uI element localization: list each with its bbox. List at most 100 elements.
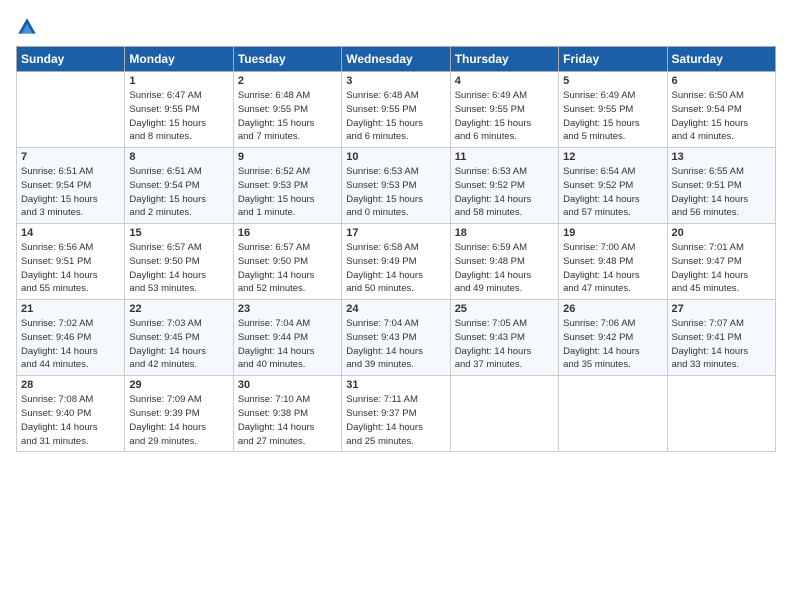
calendar-cell: 5 Sunrise: 6:49 AM Sunset: 9:55 PM Daylig… — [559, 72, 667, 148]
day-info: Sunrise: 6:57 AM Sunset: 9:50 PM Dayligh… — [129, 241, 228, 296]
day-number: 16 — [238, 227, 337, 239]
day-number: 12 — [563, 151, 662, 163]
day-info: Sunrise: 6:51 AM Sunset: 9:54 PM Dayligh… — [21, 165, 120, 220]
day-number: 13 — [672, 151, 771, 163]
day-info: Sunrise: 7:06 AM Sunset: 9:42 PM Dayligh… — [563, 317, 662, 372]
week-row-1: 1 Sunrise: 6:47 AM Sunset: 9:55 PM Daylig… — [17, 72, 776, 148]
day-info: Sunrise: 7:04 AM Sunset: 9:44 PM Dayligh… — [238, 317, 337, 372]
day-info: Sunrise: 7:11 AM Sunset: 9:37 PM Dayligh… — [346, 393, 445, 448]
day-number: 20 — [672, 227, 771, 239]
logo-icon — [16, 16, 38, 38]
calendar-cell: 9 Sunrise: 6:52 AM Sunset: 9:53 PM Daylig… — [233, 148, 341, 224]
calendar-cell: 30Sunrise: 7:10 AM Sunset: 9:38 PM Dayli… — [233, 376, 341, 452]
week-row-5: 28 Sunrise: 7:08 AM Sunset: 9:40 PM Dayli… — [17, 376, 776, 452]
day-info: Sunrise: 6:50 AM Sunset: 9:54 PM Dayligh… — [672, 89, 771, 144]
day-number: 1 — [129, 75, 228, 87]
calendar-cell: 17 Sunrise: 6:58 AM Sunset: 9:49 PM Dayli… — [342, 224, 450, 300]
day-info: Sunrise: 6:53 AM Sunset: 9:53 PM Dayligh… — [346, 165, 445, 220]
calendar-cell: 26 Sunrise: 7:06 AM Sunset: 9:42 PM Dayli… — [559, 300, 667, 376]
day-number: 23 — [238, 303, 337, 315]
calendar-cell — [667, 376, 775, 452]
day-info: Sunrise: 6:51 AM Sunset: 9:54 PM Dayligh… — [129, 165, 228, 220]
logo — [16, 16, 42, 38]
calendar-cell: 11Sunrise: 6:53 AM Sunset: 9:52 PM Dayli… — [450, 148, 558, 224]
calendar-cell: 31 Sunrise: 7:11 AM Sunset: 9:37 PM Dayli… — [342, 376, 450, 452]
calendar-cell — [559, 376, 667, 452]
day-info: Sunrise: 6:55 AM Sunset: 9:51 PM Dayligh… — [672, 165, 771, 220]
calendar-cell: 27 Sunrise: 7:07 AM Sunset: 9:41 PM Dayli… — [667, 300, 775, 376]
calendar-cell: 8 Sunrise: 6:51 AM Sunset: 9:54 PM Daylig… — [125, 148, 233, 224]
day-info: Sunrise: 7:03 AM Sunset: 9:45 PM Dayligh… — [129, 317, 228, 372]
day-info: Sunrise: 7:07 AM Sunset: 9:41 PM Dayligh… — [672, 317, 771, 372]
calendar-cell: 19 Sunrise: 7:00 AM Sunset: 9:48 PM Dayli… — [559, 224, 667, 300]
calendar-cell: 22 Sunrise: 7:03 AM Sunset: 9:45 PM Dayli… — [125, 300, 233, 376]
day-number: 17 — [346, 227, 445, 239]
weekday-thursday: Thursday — [450, 47, 558, 72]
calendar-cell — [17, 72, 125, 148]
day-number: 18 — [455, 227, 554, 239]
weekday-header-row: SundayMondayTuesdayWednesdayThursdayFrid… — [17, 47, 776, 72]
day-number: 3 — [346, 75, 445, 87]
day-info: Sunrise: 7:04 AM Sunset: 9:43 PM Dayligh… — [346, 317, 445, 372]
week-row-3: 14 Sunrise: 6:56 AM Sunset: 9:51 PM Dayli… — [17, 224, 776, 300]
day-info: Sunrise: 6:52 AM Sunset: 9:53 PM Dayligh… — [238, 165, 337, 220]
calendar-cell: 1 Sunrise: 6:47 AM Sunset: 9:55 PM Daylig… — [125, 72, 233, 148]
calendar-cell — [450, 376, 558, 452]
day-info: Sunrise: 6:49 AM Sunset: 9:55 PM Dayligh… — [455, 89, 554, 144]
calendar-cell: 2Sunrise: 6:48 AM Sunset: 9:55 PM Daylig… — [233, 72, 341, 148]
day-number: 27 — [672, 303, 771, 315]
day-number: 31 — [346, 379, 445, 391]
day-info: Sunrise: 7:05 AM Sunset: 9:43 PM Dayligh… — [455, 317, 554, 372]
calendar-cell: 10 Sunrise: 6:53 AM Sunset: 9:53 PM Dayli… — [342, 148, 450, 224]
calendar-cell: 14 Sunrise: 6:56 AM Sunset: 9:51 PM Dayli… — [17, 224, 125, 300]
calendar-cell: 3 Sunrise: 6:48 AM Sunset: 9:55 PM Daylig… — [342, 72, 450, 148]
day-info: Sunrise: 7:08 AM Sunset: 9:40 PM Dayligh… — [21, 393, 120, 448]
calendar-cell: 7 Sunrise: 6:51 AM Sunset: 9:54 PM Daylig… — [17, 148, 125, 224]
weekday-monday: Monday — [125, 47, 233, 72]
calendar-cell: 21Sunrise: 7:02 AM Sunset: 9:46 PM Dayli… — [17, 300, 125, 376]
calendar-cell: 18 Sunrise: 6:59 AM Sunset: 9:48 PM Dayli… — [450, 224, 558, 300]
calendar-cell: 15 Sunrise: 6:57 AM Sunset: 9:50 PM Dayli… — [125, 224, 233, 300]
calendar-cell: 25 Sunrise: 7:05 AM Sunset: 9:43 PM Dayli… — [450, 300, 558, 376]
day-info: Sunrise: 6:54 AM Sunset: 9:52 PM Dayligh… — [563, 165, 662, 220]
day-number: 22 — [129, 303, 228, 315]
day-number: 15 — [129, 227, 228, 239]
calendar-cell: 28 Sunrise: 7:08 AM Sunset: 9:40 PM Dayli… — [17, 376, 125, 452]
day-info: Sunrise: 6:48 AM Sunset: 9:55 PM Dayligh… — [346, 89, 445, 144]
week-row-2: 7 Sunrise: 6:51 AM Sunset: 9:54 PM Daylig… — [17, 148, 776, 224]
day-info: Sunrise: 7:00 AM Sunset: 9:48 PM Dayligh… — [563, 241, 662, 296]
day-info: Sunrise: 7:09 AM Sunset: 9:39 PM Dayligh… — [129, 393, 228, 448]
weekday-wednesday: Wednesday — [342, 47, 450, 72]
day-number: 8 — [129, 151, 228, 163]
weekday-tuesday: Tuesday — [233, 47, 341, 72]
day-info: Sunrise: 6:47 AM Sunset: 9:55 PM Dayligh… — [129, 89, 228, 144]
day-number: 14 — [21, 227, 120, 239]
day-info: Sunrise: 6:58 AM Sunset: 9:49 PM Dayligh… — [346, 241, 445, 296]
day-number: 4 — [455, 75, 554, 87]
weekday-sunday: Sunday — [17, 47, 125, 72]
day-number: 24 — [346, 303, 445, 315]
day-number: 9 — [238, 151, 337, 163]
weekday-friday: Friday — [559, 47, 667, 72]
day-number: 19 — [563, 227, 662, 239]
day-info: Sunrise: 6:48 AM Sunset: 9:55 PM Dayligh… — [238, 89, 337, 144]
page-header — [16, 16, 776, 38]
calendar-cell: 29Sunrise: 7:09 AM Sunset: 9:39 PM Dayli… — [125, 376, 233, 452]
day-info: Sunrise: 6:49 AM Sunset: 9:55 PM Dayligh… — [563, 89, 662, 144]
day-info: Sunrise: 6:59 AM Sunset: 9:48 PM Dayligh… — [455, 241, 554, 296]
day-number: 7 — [21, 151, 120, 163]
calendar-cell: 24 Sunrise: 7:04 AM Sunset: 9:43 PM Dayli… — [342, 300, 450, 376]
day-number: 25 — [455, 303, 554, 315]
week-row-4: 21Sunrise: 7:02 AM Sunset: 9:46 PM Dayli… — [17, 300, 776, 376]
day-number: 28 — [21, 379, 120, 391]
calendar-cell: 6Sunrise: 6:50 AM Sunset: 9:54 PM Daylig… — [667, 72, 775, 148]
day-number: 10 — [346, 151, 445, 163]
day-number: 5 — [563, 75, 662, 87]
day-info: Sunrise: 6:53 AM Sunset: 9:52 PM Dayligh… — [455, 165, 554, 220]
day-info: Sunrise: 7:01 AM Sunset: 9:47 PM Dayligh… — [672, 241, 771, 296]
day-number: 26 — [563, 303, 662, 315]
day-info: Sunrise: 7:02 AM Sunset: 9:46 PM Dayligh… — [21, 317, 120, 372]
day-info: Sunrise: 7:10 AM Sunset: 9:38 PM Dayligh… — [238, 393, 337, 448]
day-info: Sunrise: 6:56 AM Sunset: 9:51 PM Dayligh… — [21, 241, 120, 296]
calendar-table: SundayMondayTuesdayWednesdayThursdayFrid… — [16, 46, 776, 452]
